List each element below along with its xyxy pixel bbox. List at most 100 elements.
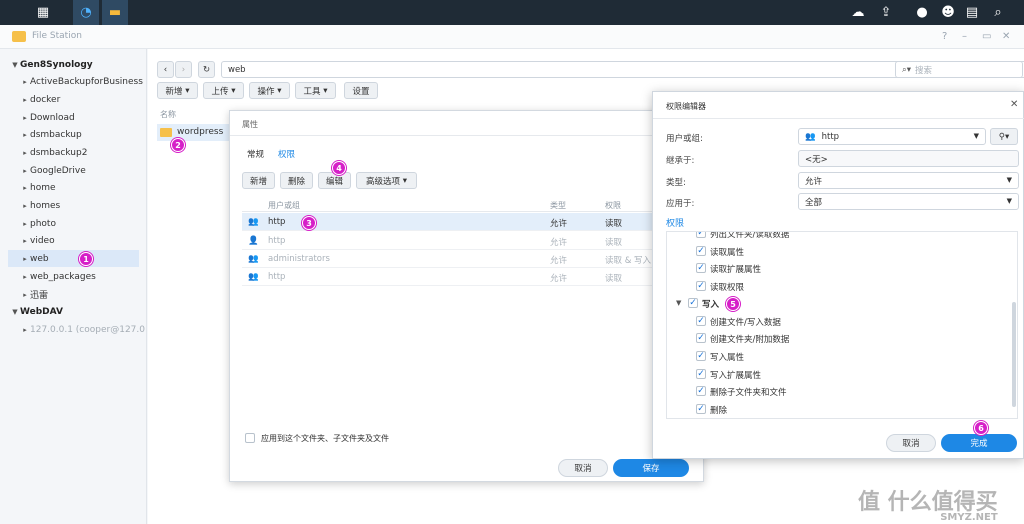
sidebar-item[interactable]: ▸ photo — [20, 215, 160, 232]
forward-button[interactable]: › — [175, 61, 192, 78]
permission-checkbox[interactable]: ✓ — [696, 246, 706, 256]
sidebar-item[interactable]: ▸ video — [20, 232, 160, 249]
window-title: File Station — [32, 31, 82, 41]
sidebar-item[interactable]: ▸ homes — [20, 197, 160, 214]
create-button[interactable]: 新增 ▾ — [157, 82, 198, 99]
table-row[interactable]: 👥 administrators 允许 读取 & 写入 — [242, 250, 653, 268]
main-menu-icon[interactable]: ▦ — [30, 0, 56, 25]
row-user: administrators — [268, 254, 330, 264]
search-icon[interactable]: ⌕ — [988, 0, 1008, 25]
permission-checkbox[interactable]: ✓ — [696, 333, 706, 343]
permission-checkbox[interactable]: ✓ — [696, 386, 706, 396]
sidebar-item[interactable]: ▸ web_packages — [20, 268, 160, 285]
user-icon[interactable]: ☻ — [938, 0, 958, 25]
type-select[interactable]: 允许 ▼ — [798, 172, 1019, 189]
apply-to-label: 应用于: — [666, 199, 695, 209]
row-user: http — [268, 236, 286, 246]
search-icon: ⌕▾ — [902, 64, 912, 75]
step-badge-3: 3 — [302, 216, 316, 230]
sidebar-item[interactable]: ▸ GoogleDrive — [20, 162, 160, 179]
sidebar-item[interactable]: ▸ 迅雷 — [20, 286, 160, 303]
permission-label: 创建文件夹/附加数据 — [710, 335, 790, 345]
column-header-permission: 权限 — [605, 201, 621, 210]
add-button[interactable]: 新增 — [242, 172, 275, 189]
sidebar-root-webdav[interactable]: ▼ WebDAV — [10, 303, 150, 320]
apply-to-select[interactable]: 全部 ▼ — [798, 193, 1019, 210]
permission-label: 写入属性 — [710, 353, 745, 363]
search-input[interactable]: ⌕▾ 搜索 — [895, 61, 1023, 78]
sidebar-root-gen8synology[interactable]: ▼ Gen8Synology — [10, 56, 150, 73]
step-badge-2: 2 — [171, 138, 185, 152]
column-header-user: 用户或组 — [268, 201, 300, 210]
tab-general[interactable]: 常规 — [247, 148, 264, 160]
user-select[interactable]: 👥 http ▼ — [798, 128, 986, 145]
help-icon[interactable]: ? — [942, 31, 947, 42]
sidebar-item[interactable]: ▸ dsmbackup — [20, 126, 160, 143]
permission-checkbox[interactable]: ✓ — [696, 351, 706, 361]
tools-button[interactable]: 工具 ▾ — [295, 82, 336, 99]
permission-checkbox[interactable]: ✓ — [696, 404, 706, 414]
refresh-button[interactable]: ↻ — [198, 61, 215, 78]
restore-icon[interactable]: ▭ — [982, 31, 991, 42]
upload-icon[interactable]: ⇪ — [876, 0, 896, 25]
divider — [653, 118, 1024, 119]
column-header-name: 名称 — [160, 110, 176, 119]
permission-label: 删除子文件夹和文件 — [710, 388, 787, 398]
file-row-wordpress[interactable]: wordpress — [157, 124, 232, 141]
upload-button[interactable]: 上传 ▾ — [203, 82, 244, 99]
permission-label: 读取权限 — [710, 283, 745, 293]
minimize-icon[interactable]: – — [962, 31, 967, 42]
sidebar-item[interactable]: ▸ ActiveBackupforBusiness — [20, 73, 160, 90]
control-panel-icon[interactable]: ◔ — [73, 0, 99, 25]
back-button[interactable]: ‹ — [157, 61, 174, 78]
permission-label: 读取扩展属性 — [710, 265, 762, 275]
done-button[interactable]: 完成 — [941, 434, 1017, 452]
scrollbar[interactable] — [1012, 302, 1016, 407]
close-icon[interactable]: ✕ — [1002, 31, 1010, 42]
file-station-taskbar-icon[interactable]: ▬ — [102, 0, 128, 25]
sidebar-item[interactable]: ▸ docker — [20, 91, 160, 108]
chevron-down-icon: ▼ — [1006, 197, 1012, 205]
save-button[interactable]: 保存 — [613, 459, 689, 477]
filter-icon: ⚲▾ — [998, 131, 1010, 142]
tab-permission[interactable]: 权限 — [278, 148, 295, 160]
folder-icon — [160, 128, 172, 137]
close-icon[interactable]: ✕ — [1010, 99, 1018, 110]
user-icon: 👥 — [248, 217, 259, 227]
permission-label: 列出文件夹/读取数据 — [710, 231, 790, 240]
edit-button[interactable]: 编辑 — [318, 172, 351, 189]
sidebar-item-webdav-server[interactable]: ▸ 127.0.0.1 (cooper@127.0 — [20, 321, 145, 338]
permission-checkbox[interactable]: ✓ — [696, 281, 706, 291]
row-type: 允许 — [550, 238, 568, 248]
write-group-checkbox[interactable]: ✓ — [688, 298, 698, 308]
permission-checkbox[interactable]: ✓ — [696, 316, 706, 326]
table-row[interactable]: 👥 http 允许 读取 — [242, 268, 653, 286]
permission-checkbox[interactable]: ✓ — [696, 263, 706, 273]
chat-icon[interactable]: ● — [912, 0, 932, 25]
permission-checkbox[interactable]: ✓ — [696, 369, 706, 379]
cancel-button[interactable]: 取消 — [558, 459, 608, 477]
header-divider — [242, 211, 653, 212]
apply-to-subfolders-checkbox[interactable] — [245, 433, 255, 443]
sidebar-item[interactable]: ▸ home — [20, 179, 160, 196]
sidebar-item-web[interactable]: ▸ web — [8, 250, 139, 267]
file-name: wordpress — [177, 127, 224, 137]
widgets-icon[interactable]: ▤ — [962, 0, 982, 25]
notification-cloud-icon[interactable]: ☁ — [848, 0, 868, 25]
sidebar-item[interactable]: ▸ Download — [20, 109, 160, 126]
settings-button[interactable]: 设置 — [344, 82, 378, 99]
window-titlebar: File Station ? – ▭ ✕ — [0, 25, 1024, 49]
sidebar-item[interactable]: ▸ dsmbackup2 — [20, 144, 160, 161]
apply-to-subfolders-label: 应用到这个文件夹、子文件夹及文件 — [261, 434, 389, 443]
table-row[interactable]: 👤 http 允许 读取 — [242, 232, 653, 250]
filter-button[interactable]: ⚲▾ — [990, 128, 1018, 145]
step-badge-4: 4 — [332, 161, 346, 175]
action-button[interactable]: 操作 ▾ — [249, 82, 290, 99]
step-badge-1: 1 — [79, 252, 93, 266]
delete-button[interactable]: 删除 — [280, 172, 313, 189]
advanced-options-button[interactable]: 高级选项 ▾ — [356, 172, 417, 189]
expand-arrow-icon[interactable]: ▼ — [676, 299, 681, 307]
permission-checkbox[interactable]: ✓ — [696, 232, 706, 238]
cancel-button[interactable]: 取消 — [886, 434, 936, 452]
row-perm: 读取 — [605, 238, 623, 248]
